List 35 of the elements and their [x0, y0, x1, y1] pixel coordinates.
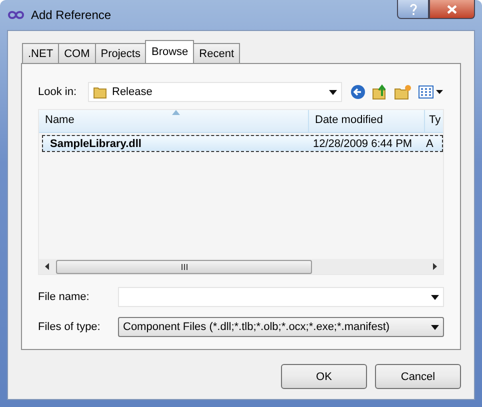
- back-icon[interactable]: [350, 84, 366, 100]
- dropdown-arrow-icon: [431, 294, 439, 300]
- view-menu-icon[interactable]: [418, 85, 444, 99]
- sort-arrow-icon: [172, 110, 180, 115]
- app-logo-icon: [7, 10, 25, 20]
- window-title: Add Reference: [31, 8, 112, 22]
- dropdown-arrow-icon: [431, 324, 439, 330]
- file-name-label: File name:: [38, 291, 90, 303]
- tab[interactable]: COM: [58, 43, 96, 63]
- close-icon: [447, 4, 457, 14]
- new-folder-icon[interactable]: [394, 84, 412, 100]
- column-header[interactable]: Name: [39, 110, 309, 132]
- look-in-dropdown[interactable]: Release: [88, 82, 342, 102]
- folder-icon: [93, 85, 107, 99]
- folder-up-icon[interactable]: [372, 84, 388, 100]
- horizontal-scrollbar[interactable]: [39, 259, 443, 274]
- scroll-thumb[interactable]: [56, 260, 312, 274]
- file-row[interactable]: SampleLibrary.dll 12/28/2009 6:44 PM A: [42, 135, 443, 152]
- dialog-button[interactable]: Cancel: [375, 364, 461, 389]
- tab[interactable]: Projects: [94, 43, 146, 63]
- tab[interactable]: .NET: [22, 43, 60, 63]
- grip-icon: [180, 264, 188, 270]
- look-in-label: Look in:: [38, 86, 78, 98]
- files-of-type-label: Files of type:: [38, 321, 102, 333]
- tab[interactable]: Browse: [145, 40, 194, 63]
- column-header[interactable]: Date modified: [309, 110, 425, 132]
- tab[interactable]: Recent: [193, 43, 240, 63]
- help-button[interactable]: [397, 0, 429, 19]
- close-button[interactable]: [429, 0, 475, 19]
- help-icon: [410, 4, 416, 14]
- dropdown-arrow-icon: [329, 90, 337, 94]
- ok-button[interactable]: OK: [281, 364, 367, 389]
- column-header[interactable]: Ty: [425, 110, 443, 132]
- file-name-field[interactable]: [118, 287, 444, 307]
- file-type-dropdown[interactable]: Component Files (*.dll;*.tlb;*.olb;*.ocx;*.exe;*.manifest): [118, 317, 444, 337]
